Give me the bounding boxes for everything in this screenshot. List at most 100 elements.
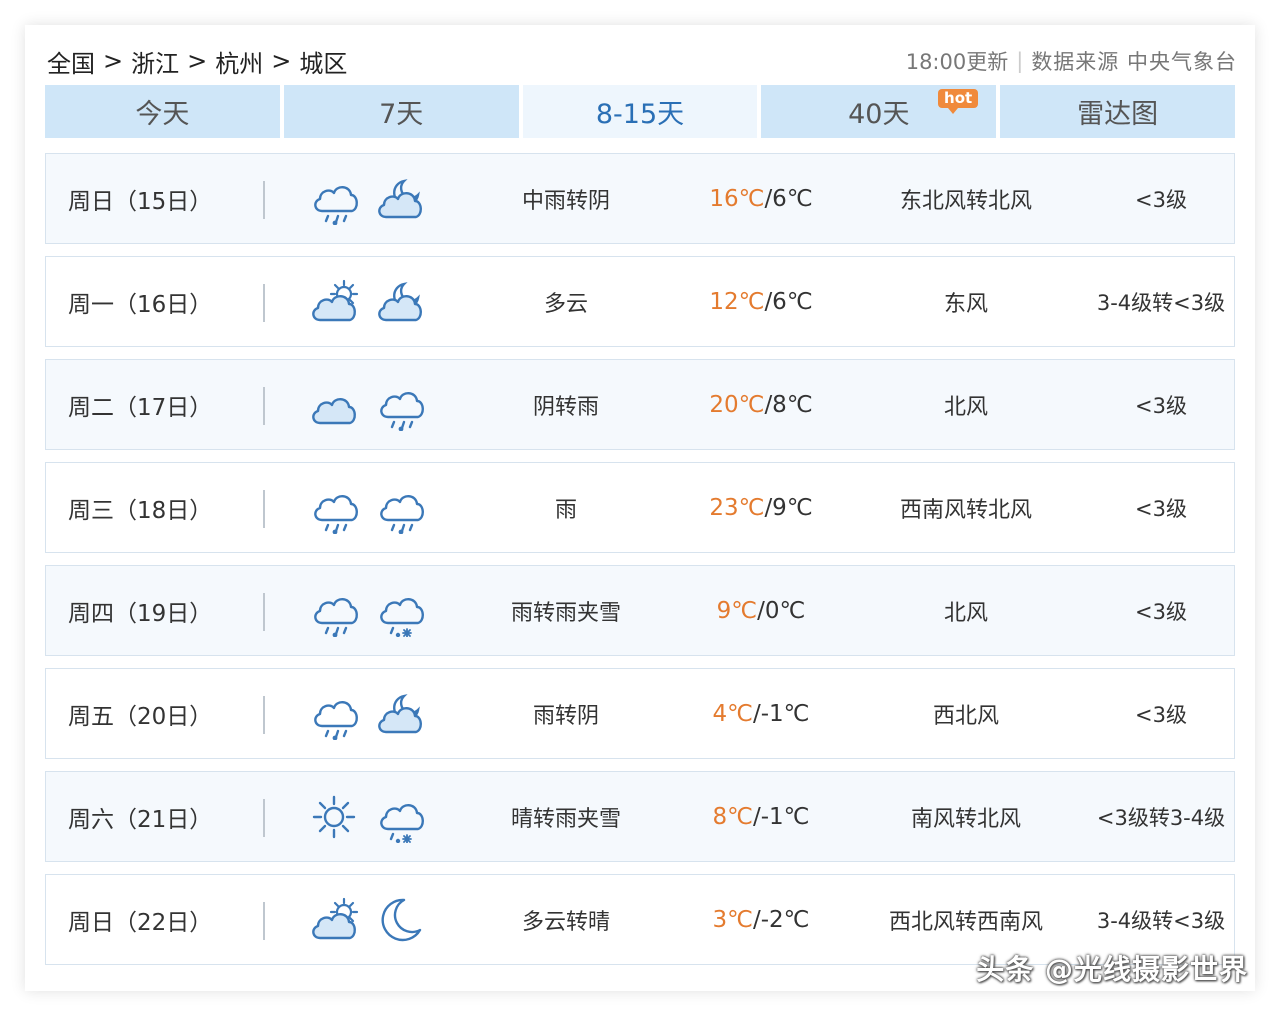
breadcrumb: 全国 > 浙江 > 杭州 > 城区 [47,44,347,79]
high-temperature: 3℃ [712,906,753,933]
high-temperature: 8℃ [712,803,753,830]
tab-7-days[interactable]: 7天 [283,85,519,138]
wind-level: <3级 [1135,187,1187,212]
row-divider [263,490,265,528]
temperature-range: 8℃/-1℃ [676,772,846,861]
breadcrumb-item-country[interactable]: 全国 [47,44,95,79]
wind-direction: 东风 [943,291,988,317]
forecast-row: 周一（16日） 多云 12℃/6℃ 东风 3-4级转<3级 [45,256,1235,347]
sleet-icon [380,803,424,843]
wind-level: <3级 [1135,393,1187,418]
row-divider [263,799,265,837]
wind-level: 3-4级转<3级 [1096,290,1226,315]
breadcrumb-separator: > [187,47,208,75]
low-temperature: /-2℃ [752,906,810,933]
row-divider [263,387,265,425]
temperature-range: 16℃/6℃ [676,154,846,243]
low-temperature: /6℃ [764,288,813,315]
weather-description: 雨转雨夹雪 [510,600,621,626]
moon-icon [381,898,422,941]
rain-cloud-icon [380,391,424,431]
watermark: 头条 @光线摄影世界 [976,953,1248,986]
row-divider [263,696,265,734]
wind-direction: 西南风转北风 [899,497,1032,523]
wind-direction: 北风 [943,600,988,626]
forecast-row: 周日（15日） 中雨转阴 16℃/6℃ 东北风转北风 <3级 [45,153,1235,244]
wind-direction: 北风 [943,394,988,420]
hot-badge: hot [938,89,979,114]
temperature-range: 3℃/-2℃ [676,875,846,964]
low-temperature: /0℃ [757,597,806,624]
forecast-row: 周五（20日） 雨转阴 4℃/-1℃ 西北风 <3级 [45,668,1235,759]
sun-icon [312,795,356,838]
sleet-icon [380,597,424,637]
tab-label: 7天 [379,99,424,130]
rain-cloud-icon [314,494,358,534]
row-divider [263,181,265,219]
weather-icons [308,257,438,346]
high-temperature: 9℃ [716,597,758,624]
weather-icons [308,360,438,449]
forecast-date: 周一（16日） [68,291,213,318]
breadcrumb-separator: > [103,47,124,75]
overcast-icon [312,397,356,424]
weather-icons [308,463,438,552]
forecast-date: 周二（17日） [68,394,213,421]
weather-icons [308,669,438,758]
tab-today[interactable]: 今天 [45,85,280,138]
tab-label: 雷达图 [1077,99,1159,130]
breadcrumb-separator: > [271,47,292,75]
wind-level: <3级 [1135,702,1187,727]
high-temperature: 4℃ [712,700,753,727]
tab-label: 8-15天 [595,99,685,130]
temperature-range: 12℃/6℃ [676,257,846,346]
weather-description: 雨转阴 [532,703,599,729]
weather-description: 雨 [554,497,577,523]
rain-cloud-icon [314,700,358,740]
weather-icons [308,566,438,655]
breadcrumb-item-district: 城区 [299,49,348,78]
wind-direction: 南风转北风 [910,806,1021,832]
temperature-range: 23℃/9℃ [676,463,846,552]
rain-cloud-icon [314,597,358,637]
wind-direction: 西北风 [932,703,999,729]
forecast-row: 周二（17日） 阴转雨 20℃/8℃ 北风 <3级 [45,359,1235,450]
forecast-row: 周六（21日） 晴转雨夹雪 8℃/-1℃ 南风转北风 <3级转3-4级 [45,771,1235,862]
temperature-range: 9℃/0℃ [676,566,846,655]
weather-icons [308,875,438,964]
wind-direction: 东北风转北风 [899,188,1032,214]
temperature-range: 4℃/-1℃ [676,669,846,758]
weather-icons [308,772,438,861]
low-temperature: /-1℃ [752,803,810,830]
weather-description: 晴转雨夹雪 [510,806,621,832]
update-meta: 18:00更新 | 数据来源 中央气象台 [906,46,1237,76]
weather-description: 中雨转阴 [521,188,610,214]
low-temperature: /-1℃ [752,700,810,727]
weather-description: 阴转雨 [532,394,599,420]
forecast-date: 周五（20日） [68,703,213,730]
tab-40-days[interactable]: 40天 hot [761,85,997,138]
forecast-row: 周四（19日） 雨转雨夹雪 9℃/0℃ 北风 <3级 [45,565,1235,656]
high-temperature: 16℃ [709,185,765,212]
meta-divider: | [1016,49,1024,73]
tab-8-15-days[interactable]: 8-15天 [522,85,758,138]
temperature-range: 20℃/8℃ [676,360,846,449]
forecast-date: 周日（22日） [68,909,213,936]
high-temperature: 12℃ [709,288,765,315]
forecast-date: 周四（19日） [68,600,213,627]
partly-cloudy-day-icon [312,279,359,321]
tab-radar[interactable]: 雷达图 [1000,85,1235,138]
wind-level: <3级 [1135,496,1187,521]
forecast-date: 周日（15日） [68,188,213,215]
cloudy-night-icon [378,281,422,321]
forecast-row: 周三（18日） 雨 23℃/9℃ 西南风转北风 <3级 [45,462,1235,553]
weather-description: 多云转晴 [521,909,610,935]
low-temperature: /8℃ [764,391,813,418]
update-time: 18:00更新 [905,50,1009,74]
breadcrumb-item-city[interactable]: 杭州 [215,44,263,79]
forecast-tabs: 今天 7天 8-15天 40天 hot 雷达图 [45,85,1235,138]
breadcrumb-item-province[interactable]: 浙江 [131,44,179,79]
cloudy-night-icon [378,178,422,218]
weather-icons [308,154,438,243]
rain-cloud-icon [314,185,358,225]
